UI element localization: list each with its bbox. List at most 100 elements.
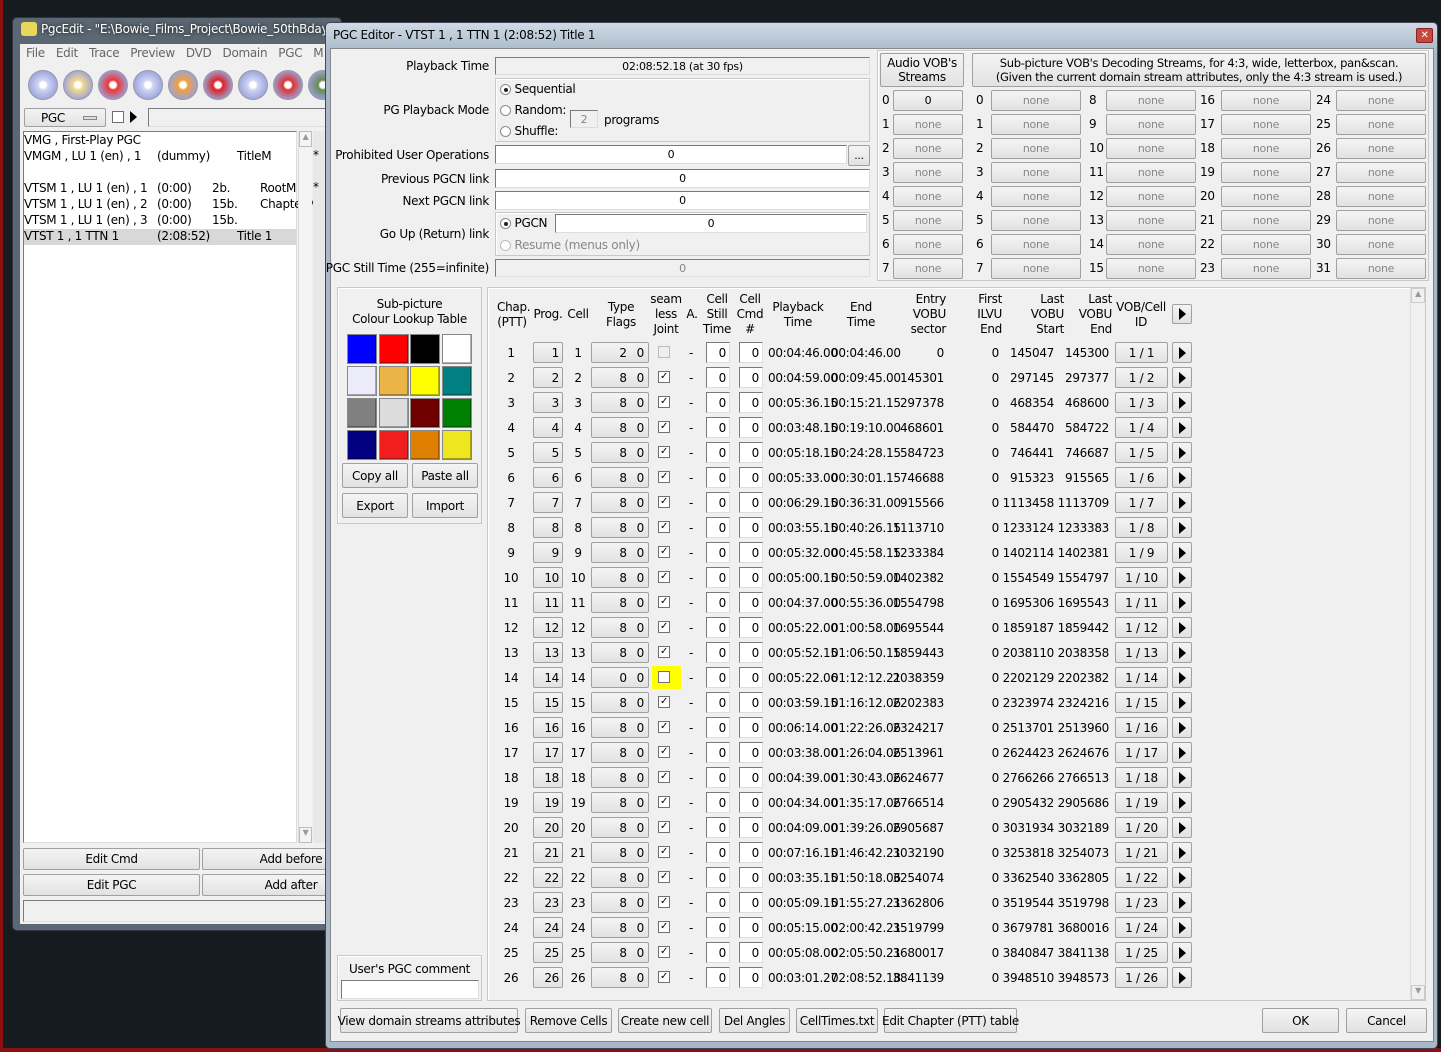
- subpic-stream-23[interactable]: none: [1221, 258, 1311, 279]
- type-flags-button[interactable]: 80: [591, 842, 649, 863]
- cell-cmd-input[interactable]: 0: [739, 917, 763, 938]
- toolbar-open-folder-icon[interactable]: [63, 70, 93, 100]
- clut-color-14[interactable]: [410, 430, 440, 460]
- program-button[interactable]: 22: [533, 867, 563, 888]
- vob-cell-id-button[interactable]: 1 / 26: [1115, 967, 1168, 988]
- clut-color-6[interactable]: [410, 366, 440, 396]
- cell-still-input[interactable]: 0: [706, 417, 730, 438]
- type-flags-button[interactable]: 80: [591, 967, 649, 988]
- row-expand-button[interactable]: [1172, 792, 1192, 813]
- program-button[interactable]: 12: [533, 617, 563, 638]
- scroll-down-icon[interactable]: ▼: [1411, 985, 1425, 1000]
- cell-cmd-input[interactable]: 0: [739, 642, 763, 663]
- cancel-button[interactable]: Cancel: [1346, 1008, 1427, 1033]
- seamless-checkbox[interactable]: ✓: [658, 446, 670, 458]
- cell-cmd-input[interactable]: 0: [739, 792, 763, 813]
- cell-cmd-input[interactable]: 0: [739, 517, 763, 538]
- type-flags-button[interactable]: 80: [591, 692, 649, 713]
- program-button[interactable]: 15: [533, 692, 563, 713]
- type-flags-button[interactable]: 00: [591, 667, 649, 688]
- pgc-combo[interactable]: PGC: [24, 108, 106, 127]
- row-expand-button[interactable]: [1172, 417, 1192, 438]
- cell-still-input[interactable]: 0: [706, 817, 730, 838]
- program-button[interactable]: 7: [533, 492, 563, 513]
- export-button[interactable]: Export: [342, 493, 408, 518]
- row-expand-button[interactable]: [1172, 967, 1192, 988]
- audio-stream-2[interactable]: none: [893, 138, 963, 159]
- program-button[interactable]: 24: [533, 917, 563, 938]
- seamless-checkbox[interactable]: ✓: [658, 396, 670, 408]
- row-expand-button[interactable]: [1172, 742, 1192, 763]
- seamless-checkbox[interactable]: ✓: [658, 946, 670, 958]
- cell-still-input[interactable]: 0: [706, 967, 730, 988]
- import-button[interactable]: Import: [412, 493, 478, 518]
- list-scrollbar[interactable]: ▲ ▼: [298, 131, 312, 843]
- seamless-checkbox[interactable]: ✓: [658, 821, 670, 833]
- filter-field[interactable]: [148, 108, 328, 127]
- close-button[interactable]: ✕: [1416, 28, 1433, 43]
- program-button[interactable]: 3: [533, 392, 563, 413]
- cell-cmd-input[interactable]: 0: [739, 542, 763, 563]
- cell-still-input[interactable]: 0: [706, 867, 730, 888]
- row-expand-button[interactable]: [1172, 567, 1192, 588]
- subpic-stream-24[interactable]: none: [1336, 90, 1426, 111]
- ok-button[interactable]: OK: [1262, 1008, 1339, 1033]
- vob-cell-id-button[interactable]: 1 / 15: [1115, 692, 1168, 713]
- del-angles-button[interactable]: Del Angles: [719, 1008, 790, 1033]
- create-new-cell-button[interactable]: Create new cell: [618, 1008, 712, 1033]
- subpic-stream-15[interactable]: none: [1106, 258, 1196, 279]
- clut-color-12[interactable]: [347, 430, 377, 460]
- type-flags-button[interactable]: 80: [591, 617, 649, 638]
- pgc-list-item[interactable]: VTSM 1 , LU 1 (en) , 1 (0:00) 2b. RootM: [24, 181, 296, 197]
- toolbar-multi-dvd-icon[interactable]: [238, 70, 268, 100]
- cell-cmd-input[interactable]: 0: [739, 767, 763, 788]
- vob-cell-id-button[interactable]: 1 / 20: [1115, 817, 1168, 838]
- cell-still-input[interactable]: 0: [706, 392, 730, 413]
- clut-color-4[interactable]: [347, 366, 377, 396]
- vob-cell-id-button[interactable]: 1 / 16: [1115, 717, 1168, 738]
- pgc-list-item[interactable]: VMG , First-Play PGC: [24, 133, 296, 149]
- subpic-stream-7[interactable]: none: [991, 258, 1081, 279]
- cell-cmd-input[interactable]: 0: [739, 867, 763, 888]
- row-expand-button[interactable]: [1172, 942, 1192, 963]
- seamless-checkbox[interactable]: ✓: [658, 621, 670, 633]
- cell-still-input[interactable]: 0: [706, 617, 730, 638]
- clut-color-7[interactable]: [441, 366, 472, 396]
- radio-sequential[interactable]: Sequential: [500, 82, 576, 96]
- audio-stream-6[interactable]: none: [893, 234, 963, 255]
- clut-color-3[interactable]: [441, 334, 472, 364]
- cell-still-input[interactable]: 0: [706, 517, 730, 538]
- subpic-stream-27[interactable]: none: [1336, 162, 1426, 183]
- subpic-stream-5[interactable]: none: [991, 210, 1081, 231]
- cell-cmd-input[interactable]: 0: [739, 892, 763, 913]
- vob-cell-id-button[interactable]: 1 / 1: [1115, 342, 1168, 363]
- cell-still-input[interactable]: 0: [706, 567, 730, 588]
- program-button[interactable]: 2: [533, 367, 563, 388]
- seamless-checkbox[interactable]: ✓: [658, 371, 670, 383]
- radio-random[interactable]: Random:: [500, 103, 566, 117]
- clut-color-0[interactable]: [347, 334, 377, 364]
- type-flags-button[interactable]: 80: [591, 917, 649, 938]
- seamless-checkbox[interactable]: ✓: [658, 571, 670, 583]
- program-button[interactable]: 17: [533, 742, 563, 763]
- vob-cell-id-button[interactable]: 1 / 2: [1115, 367, 1168, 388]
- cell-cmd-input[interactable]: 0: [739, 667, 763, 688]
- cell-still-input[interactable]: 0: [706, 442, 730, 463]
- cell-still-input[interactable]: 0: [706, 917, 730, 938]
- cell-cmd-input[interactable]: 0: [739, 967, 763, 988]
- cell-still-input[interactable]: 0: [706, 542, 730, 563]
- type-flags-button[interactable]: 80: [591, 742, 649, 763]
- vob-cell-id-button[interactable]: 1 / 9: [1115, 542, 1168, 563]
- program-button[interactable]: 11: [533, 592, 563, 613]
- program-button[interactable]: 23: [533, 892, 563, 913]
- row-expand-button[interactable]: [1172, 667, 1192, 688]
- seamless-checkbox[interactable]: ✓: [658, 896, 670, 908]
- subpic-stream-2[interactable]: none: [991, 138, 1081, 159]
- row-expand-button[interactable]: [1172, 917, 1192, 938]
- cell-still-input[interactable]: 0: [706, 842, 730, 863]
- type-flags-button[interactable]: 80: [591, 717, 649, 738]
- row-expand-button[interactable]: [1172, 467, 1192, 488]
- type-flags-button[interactable]: 80: [591, 492, 649, 513]
- type-flags-button[interactable]: 80: [591, 392, 649, 413]
- type-flags-button[interactable]: 80: [591, 567, 649, 588]
